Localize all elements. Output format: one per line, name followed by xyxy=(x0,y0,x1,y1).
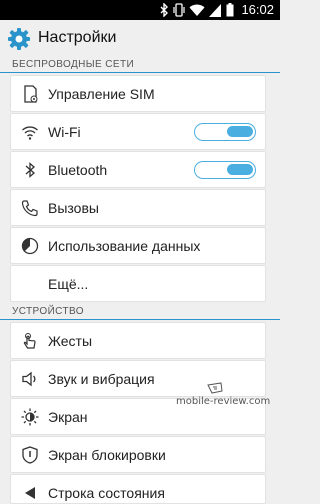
page-title: Настройки xyxy=(38,29,117,46)
settings-item-more[interactable]: Ещё... xyxy=(10,265,266,302)
settings-item-label: Вызовы xyxy=(48,200,99,216)
settings-item-lockscreen[interactable]: Экран блокировки xyxy=(10,436,266,473)
status-time: 16:02 xyxy=(241,2,274,17)
settings-item-label: Экран блокировки xyxy=(48,447,166,463)
watermark-text: mobile-review.com xyxy=(176,396,271,407)
sim-icon xyxy=(24,85,38,103)
settings-item-label: Использование данных xyxy=(48,238,201,254)
section-header-device: УСТРОЙСТВО xyxy=(12,306,84,317)
settings-item-wifi[interactable]: Wi-Fi xyxy=(10,113,266,150)
section-divider xyxy=(0,319,280,320)
bluetooth-icon xyxy=(25,162,35,178)
wifi-icon xyxy=(22,126,38,140)
statusbar-icon xyxy=(25,487,35,499)
toggle-knob xyxy=(227,164,253,175)
section-divider xyxy=(0,72,280,73)
battery-icon xyxy=(226,3,234,17)
gesture-icon xyxy=(23,333,36,349)
settings-item-label: Экран xyxy=(48,409,88,425)
bluetooth-icon xyxy=(160,3,168,17)
status-bar: 16:02 xyxy=(0,0,280,20)
settings-item-calls[interactable]: Вызовы xyxy=(10,189,266,226)
settings-item-label: Bluetooth xyxy=(48,162,108,178)
settings-item-label: Жесты xyxy=(48,333,93,349)
settings-item-sound[interactable]: Звук и вибрация xyxy=(10,360,266,397)
wifi-toggle[interactable] xyxy=(194,123,256,141)
settings-item-label: Звук и вибрация xyxy=(48,371,155,387)
wifi-icon xyxy=(189,4,205,16)
settings-item-label: Управление SIM xyxy=(48,86,155,102)
section-header-wireless: БЕСПРОВОДНЫЕ СЕТИ xyxy=(12,59,135,70)
toggle-knob xyxy=(227,126,253,137)
brightness-icon xyxy=(21,408,39,426)
status-icons xyxy=(159,2,234,18)
phone-icon xyxy=(21,200,38,217)
signal-icon xyxy=(209,3,221,17)
gear-icon xyxy=(8,28,30,50)
vibrate-icon xyxy=(173,3,185,17)
lock-shield-icon xyxy=(22,446,38,464)
settings-item-bluetooth[interactable]: Bluetooth xyxy=(10,151,266,188)
action-bar: Настройки xyxy=(0,20,280,58)
speaker-icon xyxy=(22,371,36,387)
settings-item-sim[interactable]: Управление SIM xyxy=(10,75,266,112)
settings-item-label: Ещё... xyxy=(48,276,89,292)
settings-item-statusbar[interactable]: Строка состояния xyxy=(10,474,266,504)
settings-item-gestures[interactable]: Жесты xyxy=(10,322,266,359)
watermark-logo-icon xyxy=(207,382,223,394)
bluetooth-toggle[interactable] xyxy=(194,161,256,179)
settings-item-label: Wi-Fi xyxy=(48,124,81,140)
settings-item-label: Строка состояния xyxy=(48,485,165,501)
settings-item-data-usage[interactable]: Использование данных xyxy=(10,227,266,264)
data-usage-icon xyxy=(21,237,39,255)
